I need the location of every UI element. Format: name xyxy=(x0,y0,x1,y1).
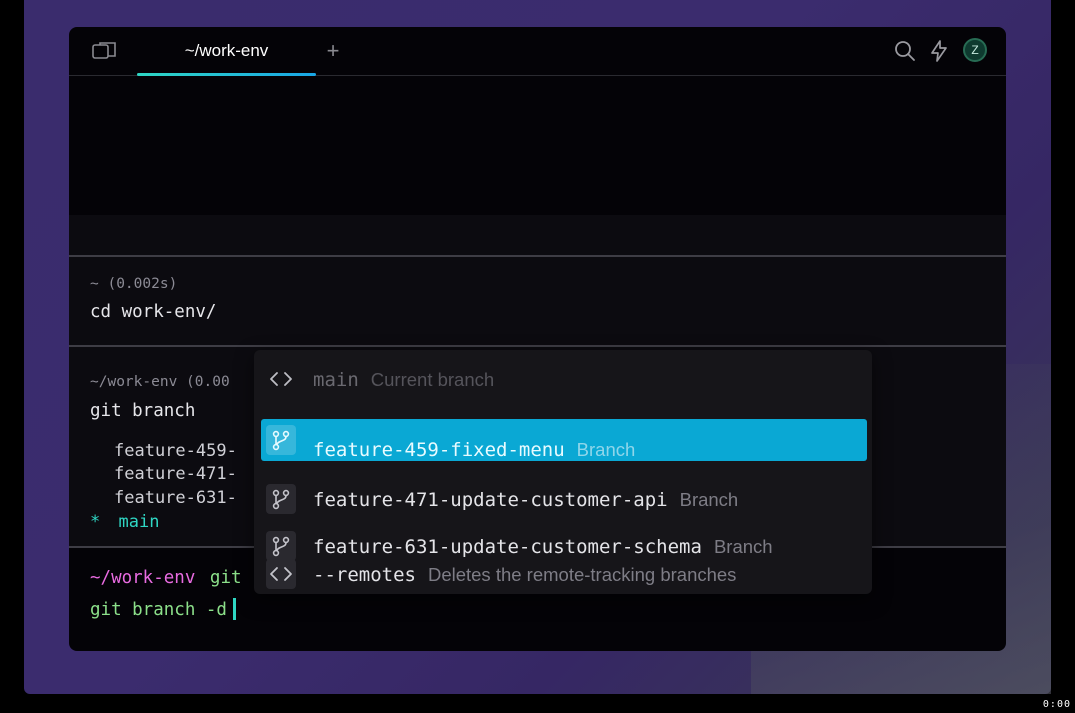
autocomplete-label: main xyxy=(313,369,359,391)
branch-output-line: feature-471- xyxy=(114,464,237,484)
scrollback-area xyxy=(69,215,1006,255)
branch-output-line: feature-459- xyxy=(114,441,237,461)
text-cursor xyxy=(232,598,236,620)
tab-work-env[interactable]: ~/work-env xyxy=(137,27,316,76)
block-command: git branch xyxy=(90,401,196,421)
timestamp: 0:00 xyxy=(1042,699,1071,710)
git-branch-icon xyxy=(266,484,296,514)
input-text: git branch -d xyxy=(90,600,227,620)
block-meta: ~/work-env (0.00 xyxy=(90,374,230,390)
autocomplete-label: feature-459-fixed-menu xyxy=(313,439,565,461)
current-branch-name: main xyxy=(118,512,160,532)
prompt-path: ~/work-env xyxy=(90,568,196,588)
autocomplete-item-selected[interactable]: feature-459-fixed-menu Branch xyxy=(261,419,867,461)
code-icon xyxy=(270,372,292,386)
code-icon xyxy=(266,559,296,589)
current-branch-marker: * xyxy=(90,512,101,532)
avatar[interactable]: Z xyxy=(963,38,987,62)
autocomplete-description: Branch xyxy=(679,489,739,510)
tab-bar: ~/work-env + Z xyxy=(69,27,1006,76)
tab-title: ~/work-env xyxy=(184,41,269,60)
autocomplete-menu: main Current branch feature-459-fixed-men… xyxy=(254,350,872,594)
autocomplete-label: feature-471-update-customer-api xyxy=(313,489,668,511)
autocomplete-label: --remotes xyxy=(313,564,416,586)
panel-toggle-icon[interactable] xyxy=(91,41,117,61)
terminal-window: ~/work-env + Z ~ (0.002s) cd work-env/ ~… xyxy=(69,27,1006,651)
search-icon[interactable] xyxy=(893,39,917,63)
autocomplete-description: Deletes the remote-tracking branches xyxy=(427,564,737,585)
git-branch-icon xyxy=(266,425,296,455)
autocomplete-item[interactable]: --remotes Deletes the remote-tracking bra… xyxy=(261,549,867,594)
autocomplete-item[interactable]: feature-471-update-customer-api Branch xyxy=(261,478,867,520)
command-block[interactable]: ~ (0.002s) cd work-env/ xyxy=(69,257,1006,345)
command-input[interactable]: git branch -d xyxy=(90,598,236,620)
current-branch-line: * main xyxy=(90,512,159,532)
prompt: ~/work-env git xyxy=(90,568,242,588)
prompt-git: git xyxy=(209,568,242,588)
new-tab-button[interactable]: + xyxy=(322,38,344,64)
autocomplete-description: Current branch xyxy=(370,369,495,390)
autocomplete-description: Branch xyxy=(576,439,636,460)
autocomplete-item[interactable]: main Current branch xyxy=(261,358,867,400)
branch-output-line: feature-631- xyxy=(114,488,237,508)
lightning-icon[interactable] xyxy=(927,39,951,63)
block-command: cd work-env/ xyxy=(90,302,217,322)
block-meta: ~ (0.002s) xyxy=(90,276,178,292)
active-tab-indicator xyxy=(137,73,316,76)
